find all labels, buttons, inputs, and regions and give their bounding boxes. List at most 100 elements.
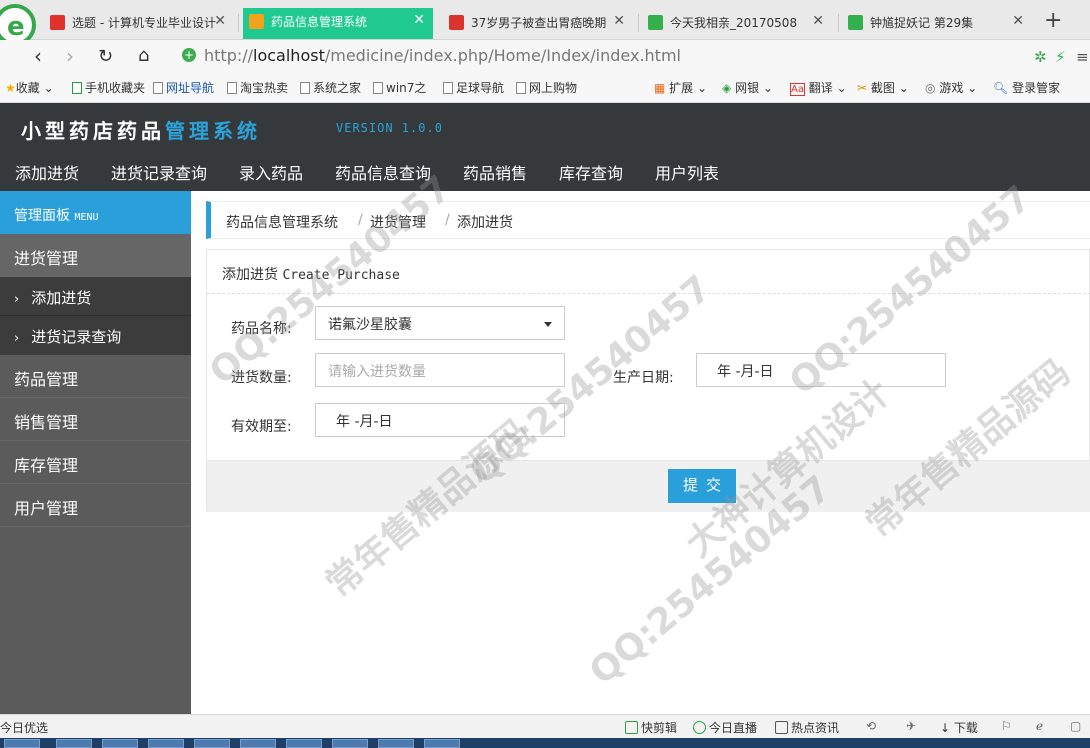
nav-enter-drug[interactable]: 录入药品 [239, 160, 303, 184]
page-icon [516, 82, 526, 94]
bookmark-item[interactable]: 手机收藏夹 [72, 79, 145, 96]
taskbar-item[interactable] [194, 739, 230, 748]
close-tab-icon[interactable]: ✕ [214, 13, 226, 29]
page-icon [153, 82, 163, 94]
lightning-icon[interactable]: ⚡ [1055, 48, 1066, 66]
breadcrumb-separator: / [445, 212, 450, 228]
forward-icon[interactable]: › [66, 44, 74, 68]
bookmark-item[interactable]: 足球导航 [443, 79, 504, 96]
app-version: VERSION 1.0.0 [336, 121, 443, 135]
production-date-label: 生产日期: [613, 370, 674, 386]
caret-down-icon [544, 322, 552, 327]
breadcrumb-item[interactable]: 药品信息管理系统 [226, 212, 338, 232]
close-tab-icon[interactable]: ✕ [413, 12, 425, 28]
browser-tab[interactable]: 钟馗捉妖记 第29集 ✕ [842, 9, 1032, 37]
status-live[interactable]: 今日直播 [693, 719, 757, 736]
sidebar-item-purchase[interactable]: 进货管理 [0, 234, 191, 277]
back-icon[interactable]: ‹ [34, 44, 42, 68]
sidebar-subitem-purchase-records[interactable]: › 进货记录查询 [0, 316, 191, 355]
browser-tab[interactable]: 今天我相亲_20170508 ✕ [642, 9, 832, 37]
page-icon [443, 82, 453, 94]
nav-add-purchase[interactable]: 添加进货 [15, 160, 79, 184]
extension-expand[interactable]: ▦ 扩展 ⌄ [654, 79, 707, 96]
sidebar-item-stock[interactable]: 库存管理 [0, 441, 191, 484]
window-icon[interactable]: ▢ [1070, 719, 1081, 733]
flag-icon[interactable]: ⚐ [1001, 719, 1012, 733]
nav-drug-sales[interactable]: 药品销售 [463, 160, 527, 184]
taskbar-item[interactable] [240, 739, 276, 748]
extension-translate[interactable]: Aa 翻译 ⌄ [790, 79, 847, 96]
sidebar-subitem-add-purchase[interactable]: › 添加进货 [0, 277, 191, 316]
breadcrumb: 药品信息管理系统 / 进货管理 / 添加进货 [206, 201, 1090, 239]
bookmark-item[interactable]: 系统之家 [300, 79, 361, 96]
bookmark-item[interactable]: 网址导航 [153, 79, 214, 96]
extension-games[interactable]: ◎ 游戏 ⌄ [925, 79, 977, 96]
refresh-icon[interactable]: ⟲ [866, 719, 876, 733]
drug-name-select[interactable]: 诺氟沙星胶囊 [315, 306, 565, 340]
status-download[interactable]: ↓ 下载 [940, 719, 978, 736]
taskbar-item[interactable] [378, 739, 414, 748]
url-field[interactable]: + http://localhost/medicine/index.php/Ho… [174, 42, 1026, 70]
security-shield-icon[interactable]: ✲ [1034, 48, 1047, 66]
new-tab-icon[interactable]: + [1044, 8, 1062, 33]
close-tab-icon[interactable]: ✕ [1012, 13, 1024, 29]
breadcrumb-item[interactable]: 进货管理 [370, 212, 426, 232]
tab-favicon-icon [848, 15, 863, 30]
url-text: http://localhost/medicine/index.php/Home… [204, 46, 681, 65]
close-tab-icon[interactable]: ✕ [613, 13, 625, 29]
breadcrumb-separator: / [358, 212, 363, 228]
quantity-input[interactable]: 请输入进货数量 [315, 353, 565, 387]
bookmark-item[interactable]: 淘宝热卖 [227, 79, 288, 96]
sidebar-item-users[interactable]: 用户管理 [0, 484, 191, 527]
form-footer: 提交 [207, 460, 1090, 512]
video-clip-icon [625, 721, 638, 734]
reload-icon[interactable]: ↻ [98, 46, 113, 67]
submit-button[interactable]: 提交 [668, 469, 736, 503]
extension-bank[interactable]: ◈ 网银 ⌄ [722, 79, 773, 96]
tab-favicon-icon [449, 15, 464, 30]
taskbar-item[interactable] [148, 739, 184, 748]
site-secure-icon: + [182, 48, 196, 62]
tab-title: 钟馗捉妖记 第29集 [870, 16, 974, 30]
taskbar-item[interactable] [332, 739, 368, 748]
taskbar-item[interactable] [286, 739, 322, 748]
taskbar-item[interactable] [4, 739, 40, 748]
ie-icon[interactable]: ℯ [1036, 719, 1043, 733]
nav-stock-query[interactable]: 库存查询 [559, 160, 623, 184]
sidebar-item-drugs[interactable]: 药品管理 [0, 355, 191, 398]
expiry-date-input[interactable]: 年 -月-日 [315, 403, 565, 437]
sidebar-item-sales[interactable]: 销售管理 [0, 398, 191, 441]
menu-icon[interactable]: ≡ [1076, 48, 1089, 66]
extension-login-manager[interactable]: 🔍︎ 登录管家 [993, 79, 1060, 96]
home-icon[interactable]: ⌂ [138, 45, 149, 66]
taskbar-item[interactable] [56, 739, 92, 748]
tab-separator [838, 14, 839, 32]
sidebar: 管理面板 MENU 进货管理 › 添加进货 › 进货记录查询 药品管理 销售管理 库… [0, 191, 191, 714]
bookmark-item[interactable]: win7之 [373, 79, 426, 96]
play-icon [693, 721, 706, 734]
tab-favicon-icon [249, 14, 264, 29]
pin-icon[interactable]: ✈ [906, 719, 916, 733]
taskbar-item[interactable] [102, 739, 138, 748]
taskbar-item[interactable] [424, 739, 460, 748]
bookmark-item[interactable]: 网上购物 [516, 79, 577, 96]
close-tab-icon[interactable]: ✕ [812, 13, 824, 29]
status-quick-edit[interactable]: 快剪辑 [625, 719, 677, 736]
tab-title: 药品信息管理系统 [271, 15, 368, 29]
nav-purchase-records[interactable]: 进货记录查询 [111, 160, 207, 184]
status-news[interactable]: 热点资讯 [775, 719, 839, 736]
bookmark-favorites[interactable]: ★收藏 ⌄ [5, 79, 54, 96]
tab-title: 37岁男子被查出胃癌晚期 [471, 16, 607, 30]
browser-tab[interactable]: 选题 - 计算机专业毕业设计 ✕ [44, 9, 234, 37]
tab-favicon-icon [50, 15, 65, 30]
nav-user-list[interactable]: 用户列表 [655, 160, 719, 184]
tab-favicon-icon [648, 15, 663, 30]
extension-screenshot[interactable]: ✂ 截图 ⌄ [857, 79, 909, 96]
download-icon: ↓ [940, 721, 951, 735]
browser-tab[interactable]: 37岁男子被查出胃癌晚期 ✕ [443, 9, 633, 37]
chevron-right-icon: › [14, 331, 20, 346]
production-date-input[interactable]: 年 -月-日 [696, 353, 946, 387]
nav-drug-query[interactable]: 药品信息查询 [335, 160, 431, 184]
browser-tab-active[interactable]: 药品信息管理系统 ✕ [243, 8, 433, 39]
main-content: 药品信息管理系统 / 进货管理 / 添加进货 添加进货 Create Purch… [191, 191, 1090, 714]
